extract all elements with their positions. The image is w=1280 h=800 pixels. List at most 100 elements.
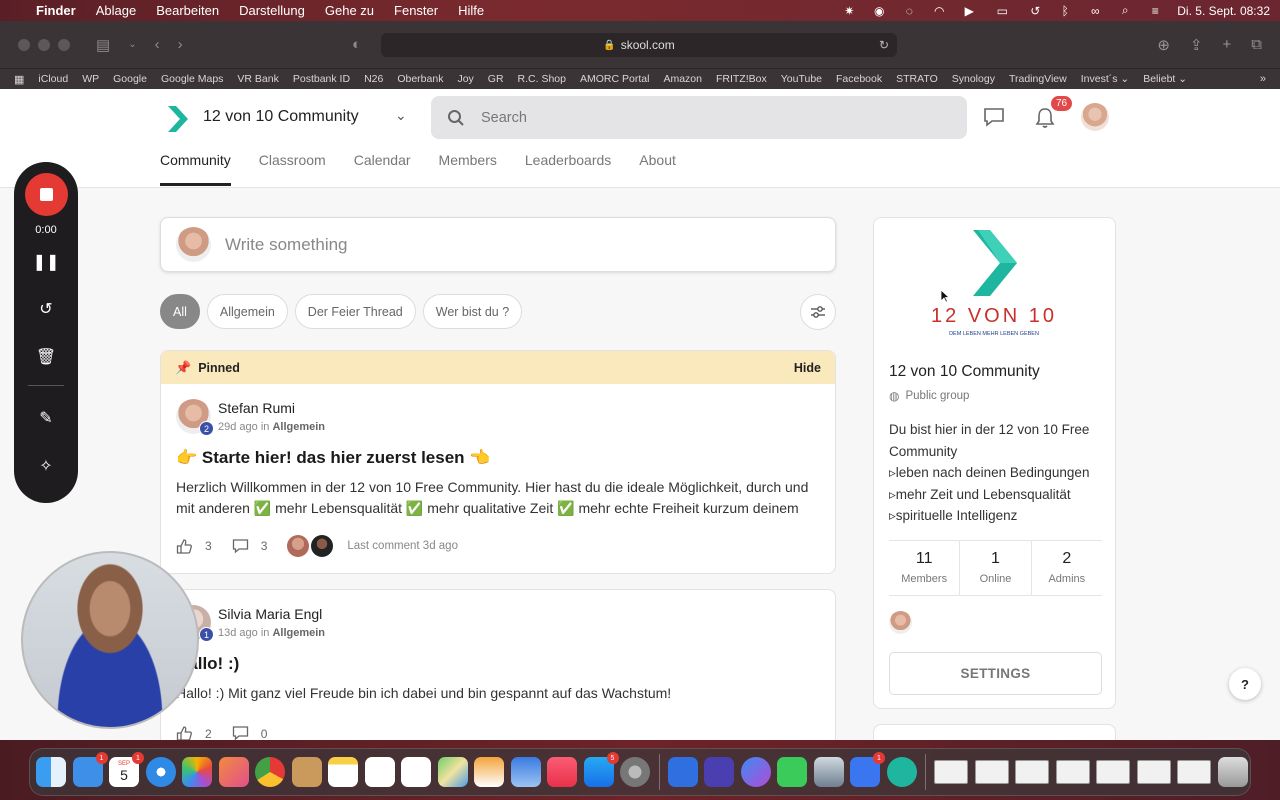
bookmark-item[interactable]: STRATO xyxy=(896,73,938,85)
battery-icon[interactable]: ▭ xyxy=(991,4,1013,18)
user-avatar[interactable] xyxy=(1081,103,1109,131)
admin-avatar[interactable] xyxy=(889,611,912,634)
bookmark-item[interactable]: Amazon xyxy=(663,73,702,85)
pause-icon[interactable]: ❚❚ xyxy=(14,252,78,272)
filter-wer-bist-du[interactable]: Wer bist du ? xyxy=(422,294,523,329)
magic-wand-icon[interactable]: ✧ xyxy=(14,456,78,476)
activity-icon[interactable]: ◌ xyxy=(901,4,917,18)
time-machine-icon[interactable]: ↺ xyxy=(1027,4,1043,18)
skool-icon[interactable] xyxy=(886,757,917,787)
comment-icon[interactable] xyxy=(232,725,249,740)
help-button[interactable]: ? xyxy=(1229,668,1261,700)
pages-icon[interactable] xyxy=(474,757,504,787)
bookmark-item[interactable]: VR Bank xyxy=(237,73,278,85)
music-icon[interactable] xyxy=(547,757,577,787)
post-category[interactable]: Allgemein xyxy=(272,627,325,639)
bookmark-item[interactable]: Google xyxy=(113,73,147,85)
group-logo-icon[interactable] xyxy=(168,106,188,132)
webcam-bubble[interactable] xyxy=(21,551,199,729)
bookmarks-grid-icon[interactable]: ▦ xyxy=(14,73,24,86)
close-window-button[interactable] xyxy=(18,38,30,51)
restart-icon[interactable]: ↺ xyxy=(14,299,78,319)
notes-icon[interactable] xyxy=(328,757,358,787)
bookmark-item[interactable]: WP xyxy=(82,73,99,85)
online-stat[interactable]: 1 Online xyxy=(960,541,1032,595)
imovie-icon[interactable] xyxy=(704,757,734,787)
trash-bin-icon[interactable] xyxy=(1217,757,1248,787)
menu-bearbeiten[interactable]: Bearbeiten xyxy=(156,3,219,18)
menu-ablage[interactable]: Ablage xyxy=(96,3,136,18)
pen-icon[interactable]: ✎ xyxy=(14,408,78,428)
members-stat[interactable]: 11 Members xyxy=(889,541,961,595)
forward-icon[interactable]: › xyxy=(178,36,183,53)
author-name[interactable]: Stefan Rumi xyxy=(218,400,295,416)
tab-members[interactable]: Members xyxy=(439,152,497,186)
link-icon[interactable]: ∞ xyxy=(1087,4,1103,18)
post-composer[interactable]: Write something xyxy=(160,217,836,272)
post-card[interactable]: 1 Silvia Maria Engl 13d ago in Allgemein… xyxy=(160,589,836,740)
bookmark-folder[interactable]: Beliebt ⌄ xyxy=(1143,73,1187,85)
bookmark-item[interactable]: FRITZ!Box xyxy=(716,73,767,85)
chevron-down-icon[interactable]: ⌄ xyxy=(128,39,136,50)
nordvpn-icon[interactable] xyxy=(667,757,698,787)
brightness-icon[interactable]: ✷ xyxy=(841,4,857,18)
speedometer-icon[interactable]: ◠ xyxy=(931,4,947,18)
menu-hilfe[interactable]: Hilfe xyxy=(458,3,484,18)
new-tab-icon[interactable]: + xyxy=(1223,36,1232,54)
minimized-window[interactable] xyxy=(934,760,968,784)
group-switcher-chevron-icon[interactable]: ⌄ xyxy=(395,107,407,124)
search-input[interactable]: Search xyxy=(431,96,967,139)
whatsapp-icon[interactable] xyxy=(777,757,807,787)
safari-icon[interactable] xyxy=(145,757,176,787)
minimized-window[interactable] xyxy=(1136,760,1171,784)
contacts-icon[interactable] xyxy=(291,757,322,787)
minimize-window-button[interactable] xyxy=(38,38,50,51)
bookmark-item[interactable]: YouTube xyxy=(781,73,822,85)
bookmark-item[interactable]: R.C. Shop xyxy=(518,73,566,85)
bookmark-item[interactable]: Facebook xyxy=(836,73,882,85)
bookmark-item[interactable]: GR xyxy=(488,73,504,85)
menu-gehe-zu[interactable]: Gehe zu xyxy=(325,3,374,18)
filter-settings-button[interactable] xyxy=(800,294,836,330)
share-icon[interactable]: ⇪ xyxy=(1190,36,1203,54)
minimized-window[interactable] xyxy=(974,760,1009,784)
tab-overview-icon[interactable]: ⧉ xyxy=(1251,36,1262,54)
bookmark-item[interactable]: AMORC Portal xyxy=(580,73,649,85)
back-icon[interactable]: ‹ xyxy=(155,36,160,53)
photos-icon[interactable] xyxy=(182,757,212,787)
group-name[interactable]: 12 von 10 Community xyxy=(203,108,359,126)
filter-all[interactable]: All xyxy=(160,294,200,329)
bookmark-folder[interactable]: Invest´s ⌄ xyxy=(1081,73,1129,85)
play-icon[interactable]: ▶ xyxy=(961,4,977,18)
minimized-window[interactable] xyxy=(1177,760,1211,784)
commenter-avatar[interactable] xyxy=(287,535,310,557)
system-settings-icon[interactable] xyxy=(620,757,650,787)
post-category[interactable]: Allgemein xyxy=(272,421,325,433)
bookmark-item[interactable]: iCloud xyxy=(38,73,68,85)
hide-pinned-button[interactable]: Hide xyxy=(794,361,821,375)
filter-allgemein[interactable]: Allgemein xyxy=(206,294,288,329)
zoom-window-button[interactable] xyxy=(58,38,70,51)
tab-about[interactable]: About xyxy=(639,152,676,186)
minimized-window[interactable] xyxy=(1096,760,1130,784)
menu-fenster[interactable]: Fenster xyxy=(394,3,438,18)
reload-icon[interactable]: ↻ xyxy=(879,38,889,52)
bookmark-item[interactable]: Postbank ID xyxy=(293,73,350,85)
minimized-window[interactable] xyxy=(1055,760,1090,784)
post-title[interactable]: 👉 Starte hier! das hier zuerst lesen 👈 xyxy=(176,448,835,468)
group-cover-logo[interactable]: 12 VON 10 DEM LEBEN MEHR LEBEN GEBEN xyxy=(874,218,1115,348)
like-icon[interactable] xyxy=(176,538,193,555)
bookmark-item[interactable]: Joy xyxy=(457,73,473,85)
privacy-shield-icon[interactable]: ◐ xyxy=(352,36,361,53)
bookmark-item[interactable]: TradingView xyxy=(1009,73,1067,85)
sidebar-toggle-icon[interactable]: ▤ xyxy=(96,36,110,54)
tab-community[interactable]: Community xyxy=(160,152,231,186)
stop-recording-button[interactable] xyxy=(25,173,68,216)
chrome-icon[interactable] xyxy=(255,757,285,787)
like-icon[interactable] xyxy=(176,725,193,740)
reminders-icon[interactable] xyxy=(401,757,431,787)
bookmark-item[interactable]: Synology xyxy=(952,73,995,85)
menu-darstellung[interactable]: Darstellung xyxy=(239,3,305,18)
screen-recorder-icon[interactable]: ◉ xyxy=(871,4,887,18)
minimized-window[interactable] xyxy=(1015,760,1049,784)
